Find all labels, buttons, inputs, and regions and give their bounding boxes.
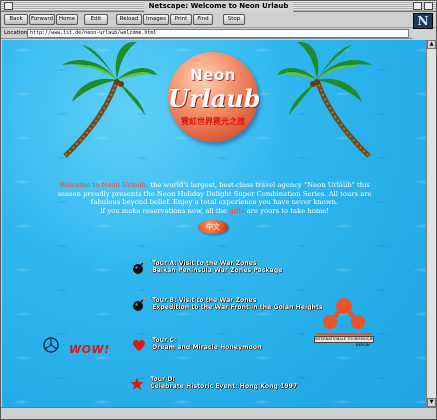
tour-b-subtitle[interactable]: Expedition to the War Front in the Golan… bbox=[152, 304, 323, 311]
palm-tree-right-icon bbox=[277, 41, 372, 158]
star-icon bbox=[130, 377, 144, 390]
tour-b-title[interactable]: Tour B: Visit to the War Zones bbox=[152, 297, 256, 304]
print-button[interactable]: Print bbox=[170, 14, 192, 25]
gifts-link[interactable]: gifts bbox=[229, 207, 244, 215]
wow-label: WOW! bbox=[69, 343, 110, 356]
images-button[interactable]: Images bbox=[143, 14, 169, 25]
title-bar[interactable]: Netscape: Welcome to Neon Urlaub bbox=[1, 1, 436, 12]
heart-icon bbox=[133, 339, 145, 351]
scroll-down-icon[interactable]: ▼ bbox=[427, 398, 436, 407]
tour-d-title[interactable]: Tour D: bbox=[150, 376, 175, 383]
tour-d-subtitle[interactable]: Celebrate Historic Event: Hong Kong 1997 bbox=[150, 383, 297, 390]
intro-brand: Welcome to Neon Urlaub, bbox=[59, 181, 149, 189]
close-box[interactable] bbox=[4, 2, 13, 10]
tour-c-subtitle[interactable]: Dream and Miracle Honeymoon bbox=[152, 344, 261, 351]
tour-c-title[interactable]: Tour C: bbox=[152, 337, 176, 344]
window-title: Netscape: Welcome to Neon Urlaub bbox=[143, 1, 294, 12]
intro-line-4-start: If you make reservations now, all the bbox=[99, 206, 230, 215]
find-button[interactable]: Find bbox=[193, 14, 213, 25]
itb-berlin-logo: INTERNATIONALE TOURISMUS-BÖRSE BERLIN bbox=[314, 296, 374, 347]
forward-button[interactable]: Forward bbox=[29, 14, 55, 25]
location-label: Location: bbox=[4, 30, 30, 36]
itb-city: BERLIN bbox=[356, 342, 370, 347]
intro-line-3: fabulous beyond belief. Enjoy a total ex… bbox=[90, 198, 339, 207]
netscape-logo-icon: N bbox=[413, 13, 433, 29]
zoom-box[interactable] bbox=[413, 2, 422, 10]
neon-urlaub-logo: Neon Urlaub 霓虹世界霓光之旅 bbox=[168, 52, 261, 142]
intro-text: Welcome to Neon Urlaub, the world's larg… bbox=[42, 181, 387, 215]
logo-word-urlaub: Urlaub bbox=[168, 84, 261, 113]
reload-button[interactable]: Reload bbox=[116, 14, 142, 25]
toolbar: Back Forward Home Edit Reload Images Pri… bbox=[1, 12, 436, 29]
intro-line-4-end: are yours to take home! bbox=[244, 206, 330, 215]
itb-figures-icon bbox=[316, 298, 372, 335]
bomb-icon bbox=[133, 261, 146, 274]
bomb-icon bbox=[133, 298, 146, 311]
status-bar bbox=[1, 407, 436, 419]
edit-button[interactable]: Edit bbox=[84, 14, 108, 25]
collapse-box[interactable] bbox=[424, 2, 433, 10]
web-page: Neon Urlaub 霓虹世界霓光之旅 Welcome to Neon Url… bbox=[2, 40, 426, 407]
tour-a-title[interactable]: Tour A: Visit to the War Zones bbox=[152, 260, 257, 267]
logo-word-neon: Neon bbox=[190, 66, 236, 84]
tour-a-subtitle[interactable]: Balkan Peninsula War Zones Package bbox=[152, 267, 282, 274]
intro-line-2: season proudly presents the Neon Holiday… bbox=[57, 189, 372, 198]
logo-chinese-tagline: 霓虹世界霓光之旅 bbox=[181, 117, 245, 126]
intro-line-1: the world's largest, best-class travel a… bbox=[148, 181, 370, 189]
stop-button[interactable]: Stop bbox=[223, 14, 245, 25]
scroll-up-icon[interactable]: ▲ bbox=[427, 40, 436, 49]
vertical-scrollbar[interactable]: ▲ ▼ bbox=[426, 40, 436, 407]
browser-window: Netscape: Welcome to Neon Urlaub Back Fo… bbox=[0, 0, 437, 420]
back-button[interactable]: Back bbox=[4, 14, 28, 25]
location-field[interactable]: http://www.ist.de/neon-urlaub/welcome.ht… bbox=[27, 29, 409, 38]
home-button[interactable]: Home bbox=[56, 14, 78, 25]
location-bar: Location: http://www.ist.de/neon-urlaub/… bbox=[1, 28, 413, 39]
palm-tree-left-icon bbox=[62, 41, 157, 158]
mercedes-logo-icon bbox=[43, 337, 59, 353]
chinese-language-button[interactable]: 中文 bbox=[198, 220, 228, 234]
